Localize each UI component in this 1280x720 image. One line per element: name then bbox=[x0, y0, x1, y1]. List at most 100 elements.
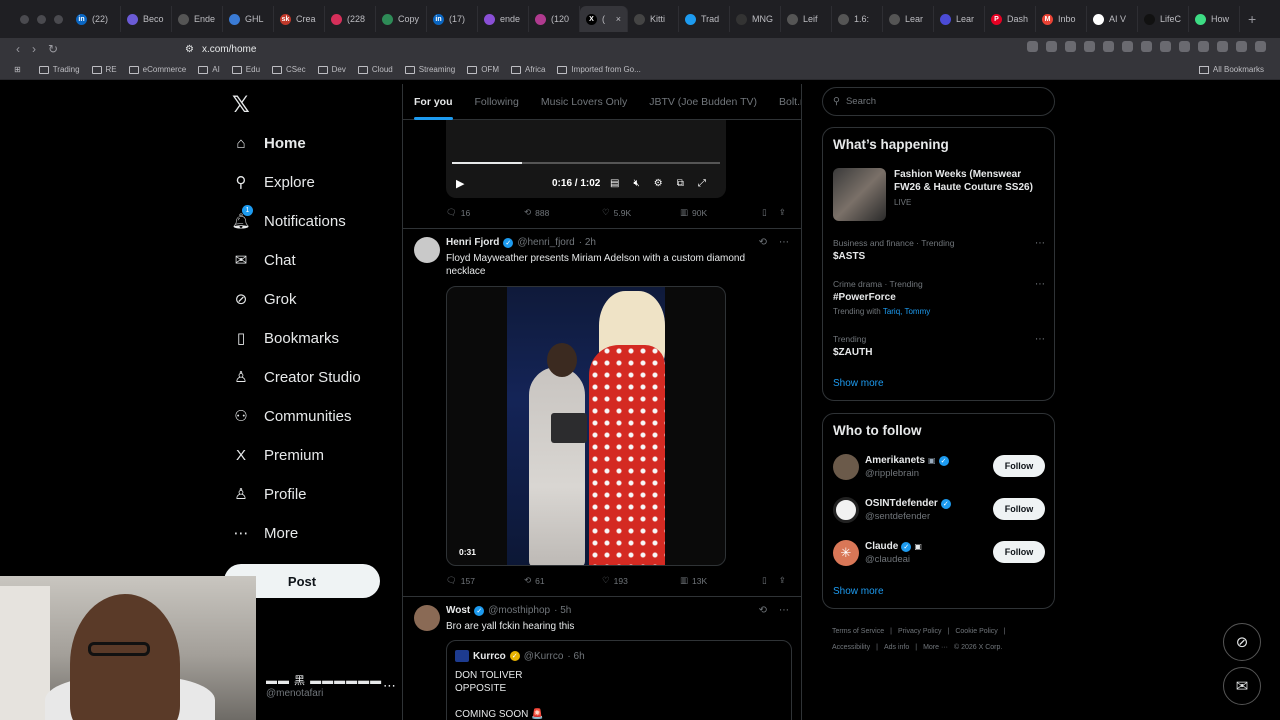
browser-tab[interactable]: Copy bbox=[376, 6, 427, 32]
browser-tab[interactable]: Lear bbox=[883, 6, 934, 32]
more-icon[interactable]: ⋯ bbox=[779, 237, 789, 248]
follow-button[interactable]: Follow bbox=[993, 498, 1045, 520]
reply-button[interactable]: 🗨︎ 16 bbox=[446, 207, 524, 218]
tweet-time[interactable]: · 5h bbox=[554, 605, 571, 616]
share-icon[interactable]: ⇪ bbox=[779, 575, 786, 586]
author-handle[interactable]: @mosthiphop bbox=[488, 605, 550, 616]
extension-icon[interactable] bbox=[1160, 41, 1171, 52]
bookmark-folder[interactable]: Streaming bbox=[404, 65, 455, 74]
footer-link[interactable]: More ··· bbox=[923, 644, 948, 651]
new-tab-icon[interactable]: + bbox=[1248, 11, 1256, 27]
author-name[interactable]: Wost bbox=[446, 605, 470, 616]
follow-button[interactable]: Follow bbox=[993, 455, 1045, 477]
top-trend[interactable]: Fashion Weeks (Menswear FW26 & Haute Cou… bbox=[833, 168, 1044, 221]
settings-icon[interactable]: ⚙ bbox=[654, 178, 663, 189]
extension-icon[interactable] bbox=[1122, 41, 1133, 52]
extension-icon[interactable] bbox=[1179, 41, 1190, 52]
more-icon[interactable]: ⋯ bbox=[779, 605, 789, 616]
footer-link[interactable]: Privacy Policy bbox=[898, 628, 942, 635]
nav-item-grok[interactable]: ⊘ Grok bbox=[232, 287, 297, 311]
extension-icon[interactable] bbox=[1217, 41, 1228, 52]
share-icon[interactable]: ⇪ bbox=[779, 207, 786, 218]
follow-suggestion[interactable]: OSINTdefender ✓ @sentdefender Follow bbox=[833, 495, 1045, 525]
nav-item-chat[interactable]: ✉ Chat bbox=[232, 248, 296, 272]
bookmark-folder[interactable]: CSec bbox=[272, 65, 306, 74]
bookmark-folder[interactable]: AI bbox=[198, 65, 220, 74]
volume-icon[interactable]: 🔇︎ bbox=[633, 178, 639, 189]
nav-item-home[interactable]: ⌂ Home bbox=[232, 131, 305, 155]
nav-item-bookmarks[interactable]: ▯ Bookmarks bbox=[232, 326, 339, 350]
browser-tab[interactable]: How bbox=[1189, 6, 1240, 32]
browser-tab[interactable]: Leif bbox=[781, 6, 832, 32]
extension-icon[interactable] bbox=[1027, 41, 1038, 52]
nav-item-explore[interactable]: ⚲ Explore bbox=[232, 170, 315, 194]
more-icon[interactable]: ⋯ bbox=[383, 678, 396, 694]
browser-tab[interactable]: Trad bbox=[679, 6, 730, 32]
extension-icon[interactable] bbox=[1141, 41, 1152, 52]
reload-icon[interactable]: ↻ bbox=[48, 42, 58, 56]
more-icon[interactable]: ⋯ bbox=[1035, 238, 1045, 249]
avatar[interactable] bbox=[414, 237, 440, 263]
footer-link[interactable]: Terms of Service bbox=[832, 628, 884, 635]
bookmark-folder[interactable]: Dev bbox=[317, 65, 346, 74]
nav-item-notifications[interactable]: 🔔︎ Notifications 1 bbox=[231, 205, 346, 233]
avatar[interactable] bbox=[414, 605, 440, 631]
extension-icon[interactable] bbox=[1046, 41, 1057, 52]
x-logo-icon[interactable]: 𝕏 bbox=[232, 92, 250, 118]
browser-tab[interactable]: ende bbox=[478, 6, 529, 32]
menu-icon[interactable] bbox=[1255, 41, 1266, 52]
nav-item-communities[interactable]: ⚇ Communities bbox=[232, 404, 351, 428]
tweet-time[interactable]: · 2h bbox=[579, 237, 596, 248]
browser-tab[interactable]: Beco bbox=[121, 6, 172, 32]
like-button[interactable]: ♡ 193 bbox=[602, 575, 680, 586]
video-player[interactable]: ▶ 0:16 / 1:02 ▤ 🔇︎ ⚙ ⧉ ⤢ bbox=[446, 120, 726, 198]
footer-link[interactable]: Cookie Policy bbox=[955, 628, 997, 635]
author-name[interactable]: Henri Fjord bbox=[446, 237, 499, 248]
browser-tab[interactable]: 1.6: bbox=[832, 6, 883, 32]
bookmark-icon[interactable]: ▯ bbox=[762, 207, 767, 218]
views-button[interactable]: ▥ 13K bbox=[680, 575, 762, 586]
nav-item-profile[interactable]: ♙ Profile bbox=[232, 482, 306, 506]
video-progress[interactable] bbox=[452, 162, 720, 164]
url-text[interactable]: x.com/home bbox=[202, 44, 256, 55]
nav-item-more[interactable]: ⋯ More bbox=[232, 521, 299, 545]
repost-button[interactable]: ⟲ 888 bbox=[524, 207, 602, 218]
extension-icon[interactable] bbox=[1065, 41, 1076, 52]
nav-item-premium[interactable]: X Premium bbox=[232, 443, 324, 467]
extension-icon[interactable] bbox=[1103, 41, 1114, 52]
apps-icon[interactable]: ⊞ bbox=[14, 65, 21, 74]
bookmark-folder[interactable]: eCommerce bbox=[128, 65, 186, 74]
browser-tab[interactable]: M Inbo bbox=[1036, 6, 1087, 32]
bookmark-folder[interactable]: Cloud bbox=[357, 65, 393, 74]
trend-with-links[interactable]: Tariq, Tommy bbox=[883, 307, 930, 316]
all-bookmarks[interactable]: All Bookmarks bbox=[1198, 65, 1264, 74]
close-tab-icon[interactable]: × bbox=[616, 14, 621, 24]
captions-icon[interactable]: ▤ bbox=[610, 178, 619, 189]
show-more-link[interactable]: Show more bbox=[833, 378, 884, 389]
grok-fab-icon[interactable]: ⊘ bbox=[1223, 623, 1261, 661]
views-button[interactable]: ▥ 90K bbox=[680, 207, 762, 218]
pip-icon[interactable]: ⧉ bbox=[677, 178, 684, 189]
grok-icon[interactable]: ⟲ bbox=[759, 237, 767, 248]
trend-item[interactable]: Business and finance · Trending $ASTS ⋯ bbox=[833, 238, 1045, 262]
grok-icon[interactable]: ⟲ bbox=[759, 605, 767, 616]
browser-tab[interactable]: LifeC bbox=[1138, 6, 1189, 32]
extension-icon[interactable] bbox=[1084, 41, 1095, 52]
trend-item[interactable]: Trending $ZAUTH ⋯ bbox=[833, 334, 1045, 358]
timeline-tab[interactable]: For you bbox=[403, 84, 464, 120]
play-icon[interactable]: ▶ bbox=[456, 177, 464, 190]
browser-tab[interactable]: (120 bbox=[529, 6, 580, 32]
forward-icon[interactable]: › bbox=[32, 42, 36, 56]
browser-tab[interactable]: in (17) bbox=[427, 6, 478, 32]
repost-button[interactable]: ⟲ 61 bbox=[524, 575, 602, 586]
extension-icon[interactable] bbox=[1198, 41, 1209, 52]
follow-button[interactable]: Follow bbox=[993, 541, 1045, 563]
window-controls[interactable] bbox=[0, 14, 70, 24]
browser-tab[interactable]: X (× bbox=[580, 6, 628, 32]
browser-tab[interactable]: AI V bbox=[1087, 6, 1138, 32]
reply-button[interactable]: 🗨︎ 157 bbox=[446, 575, 524, 586]
trend-item[interactable]: Crime drama · Trending #PowerForce Trend… bbox=[833, 279, 1045, 316]
show-more-link[interactable]: Show more bbox=[833, 586, 884, 597]
bookmark-folder[interactable]: Edu bbox=[231, 65, 260, 74]
extension-icon[interactable] bbox=[1236, 41, 1247, 52]
